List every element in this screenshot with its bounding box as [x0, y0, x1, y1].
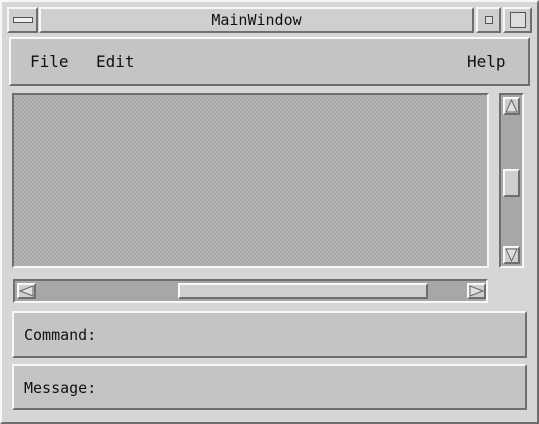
message-panel: Message:: [12, 364, 527, 410]
menu-bar: File Edit Help: [9, 37, 530, 86]
up-arrow-icon: [505, 99, 518, 113]
menu-item-file[interactable]: File: [30, 54, 69, 70]
menu-item-help[interactable]: Help: [467, 54, 506, 70]
horizontal-scroll-thumb[interactable]: [178, 283, 428, 299]
window-title: MainWindow: [211, 10, 302, 29]
minimize-button[interactable]: [476, 7, 501, 33]
window-menu-button[interactable]: [7, 7, 38, 33]
vertical-scrollbar[interactable]: [499, 93, 524, 268]
scroll-up-button[interactable]: [503, 97, 520, 115]
maximize-button[interactable]: [503, 7, 532, 33]
maximize-icon: [509, 12, 526, 28]
window-menu-icon: [12, 17, 33, 23]
scroll-down-button[interactable]: [503, 246, 520, 264]
right-arrow-icon: [469, 285, 484, 297]
scroll-left-button[interactable]: [17, 283, 36, 299]
command-panel[interactable]: Command:: [12, 311, 527, 358]
left-arrow-icon: [19, 285, 34, 297]
menu-item-edit[interactable]: Edit: [96, 54, 135, 70]
command-label: Command:: [24, 326, 97, 344]
vertical-scroll-thumb[interactable]: [503, 169, 520, 197]
work-area[interactable]: [12, 93, 489, 268]
minimize-icon: [484, 16, 493, 24]
title-bar[interactable]: MainWindow: [39, 7, 474, 33]
scroll-right-button[interactable]: [467, 283, 486, 299]
down-arrow-icon: [505, 248, 518, 262]
message-label: Message:: [24, 379, 97, 397]
horizontal-scrollbar[interactable]: [13, 279, 488, 303]
